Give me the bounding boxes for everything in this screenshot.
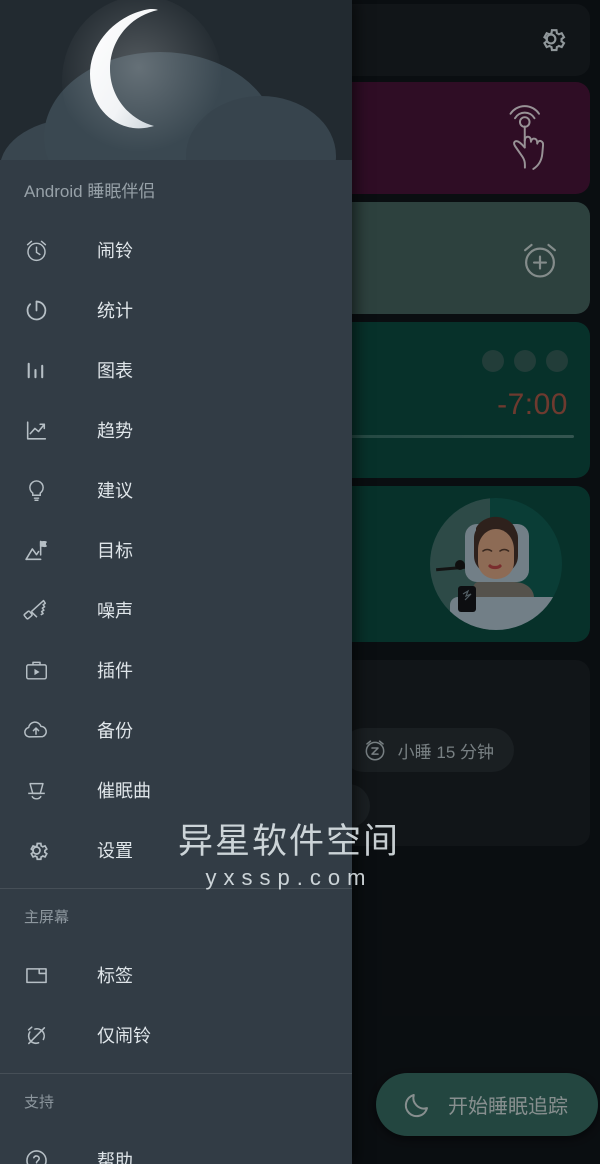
goal-flag-icon [22,536,50,564]
drawer-item-advice[interactable]: 建议 [0,460,352,520]
drawer-item-label: 闹铃 [97,241,133,261]
drawer-item-addons[interactable]: 插件 [0,640,352,700]
drawer-section-support: 支持 [24,1093,55,1111]
app-root: -7:00 小睡 15 分钟 开始睡眠追踪 Android 睡眠伴侣 闹铃 统计… [0,0,600,1164]
drawer-item-label: 催眠曲 [97,781,151,801]
trend-line-icon [22,416,50,444]
drawer-item-lullaby[interactable]: 催眠曲 [0,760,352,820]
alarm-clock-icon [22,236,50,264]
drawer-item-label: 帮助 [97,1151,133,1164]
drawer-item-goals[interactable]: 目标 [0,520,352,580]
alarm-only-slash-icon [22,1021,50,1049]
drawer-item-label: 插件 [97,661,133,681]
drawer-item-settings[interactable]: 设置 [0,820,352,880]
drawer-item-label: 备份 [97,721,133,741]
tag-folder-icon [22,961,50,989]
saw-noise-icon [22,596,50,624]
navigation-drawer: Android 睡眠伴侣 闹铃 统计 图表 趋势 建议 目标 噪声 插件 备份 … [0,0,352,1164]
drawer-item-label: 标签 [97,966,133,986]
drawer-item-label: 目标 [97,541,133,561]
moon-icon [86,6,190,138]
drawer-item-noise[interactable]: 噪声 [0,580,352,640]
drawer-item-label: 噪声 [97,601,133,621]
drawer-item-alarm[interactable]: 闹铃 [0,220,352,280]
drawer-item-statistics[interactable]: 统计 [0,280,352,340]
lightbulb-icon [22,476,50,504]
drawer-item-label: 仅闹铃 [97,1026,151,1046]
drawer-item-label: 趋势 [97,421,133,441]
statistics-donut-icon [22,296,50,324]
drawer-item-alarm-only[interactable]: 仅闹铃 [0,1005,352,1065]
gear-icon [22,836,50,864]
addon-briefcase-play-icon [22,656,50,684]
drawer-item-label: 建议 [97,481,133,501]
drawer-item-tags[interactable]: 标签 [0,945,352,1005]
drawer-support-list: 帮助 [0,1128,352,1164]
drawer-item-trends[interactable]: 趋势 [0,400,352,460]
drawer-header [0,0,352,160]
help-question-icon [22,1146,50,1164]
cloud-upload-icon [22,716,50,744]
drawer-item-label: 图表 [97,361,133,381]
drawer-item-label: 设置 [97,841,133,861]
drawer-section-home: 主屏幕 [24,908,70,926]
drawer-item-backup[interactable]: 备份 [0,700,352,760]
drawer-home-list: 标签 仅闹铃 [0,943,352,1065]
drawer-title-row: Android 睡眠伴侣 [0,160,352,218]
drawer-item-charts[interactable]: 图表 [0,340,352,400]
lullaby-bell-icon [22,776,50,804]
drawer-main-list: 闹铃 统计 图表 趋势 建议 目标 噪声 插件 备份 催眠曲 设置 [0,218,352,880]
drawer-item-label: 统计 [97,301,133,321]
drawer-title: Android 睡眠伴侣 [24,181,156,201]
bar-chart-icon [22,356,50,384]
drawer-item-help[interactable]: 帮助 [0,1130,352,1164]
